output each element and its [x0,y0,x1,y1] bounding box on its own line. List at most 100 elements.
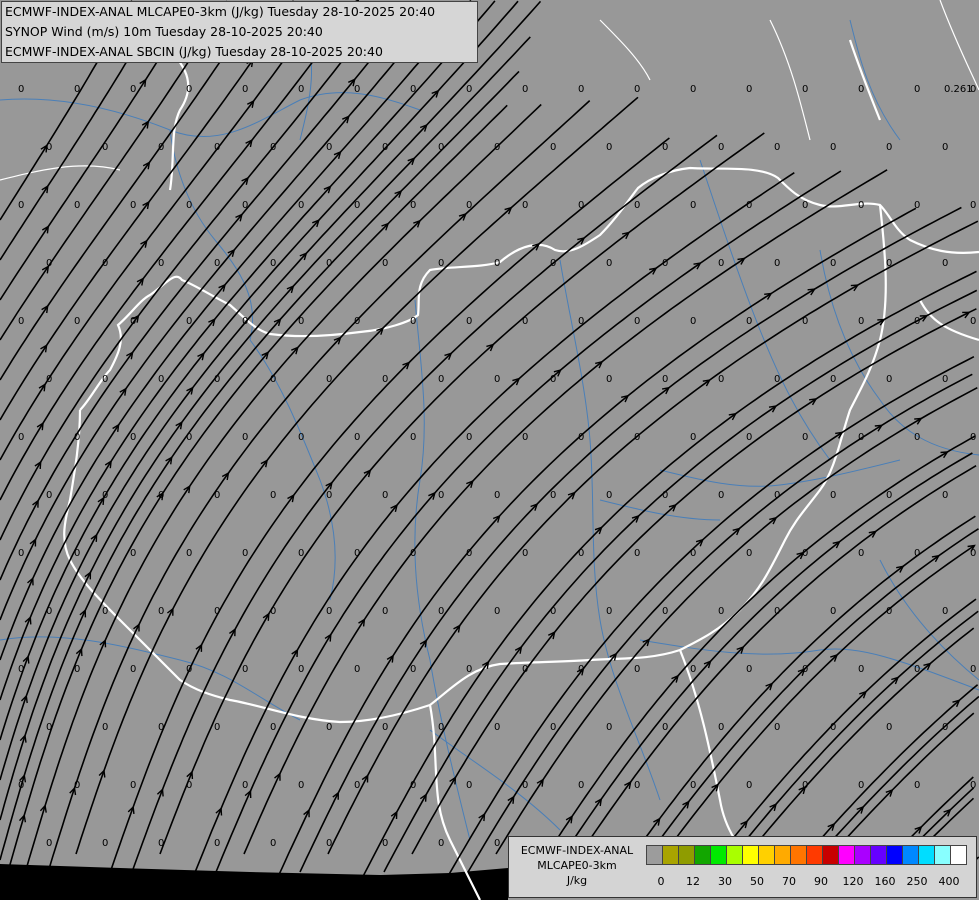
grid-value-label: 0 [522,432,528,443]
grid-value-label: 0 [802,316,808,327]
grid-value-label: 0 [914,548,920,559]
legend-unit: J/kg [566,874,588,887]
legend-swatch [870,845,887,865]
grid-value-label: 0 [46,722,52,733]
grid-value-label: 0 [466,84,472,95]
legend-swatch [662,845,679,865]
legend-swatch [710,845,727,865]
grid-value-label: 0 [438,258,444,269]
grid-value-label: 0 [830,374,836,385]
legend-tick-label: 50 [750,875,764,888]
grid-value-label: 0 [102,374,108,385]
grid-value-label: 0 [662,142,668,153]
grid-value-label: 0 [550,374,556,385]
grid-value-label: 0 [18,780,24,791]
grid-value-label: 0 [858,316,864,327]
grid-value-label: 0 [242,432,248,443]
grid-value-label: 0 [214,490,220,501]
legend-swatch [854,845,871,865]
grid-value-label: 0 [858,84,864,95]
grid-value-label: 0 [970,432,976,443]
grid-value-label: 0 [382,722,388,733]
grid-value-label: 0 [522,316,528,327]
grid-value-label: 0 [354,780,360,791]
grid-value-label: 0 [858,664,864,675]
grid-value-label: 0 [970,200,976,211]
grid-value-label: 0 [970,548,976,559]
grid-value-label: 0 [410,316,416,327]
grid-value-label: 0 [214,606,220,617]
legend-swatch [902,845,919,865]
grid-value-label: 0 [914,432,920,443]
grid-value-label: 0 [634,780,640,791]
grid-value-label: 0 [494,722,500,733]
grid-value-label: 0 [382,490,388,501]
grid-value-label: 0 [662,258,668,269]
grid-value-label: 0 [438,722,444,733]
grid-value-label: 0 [270,258,276,269]
grid-value-label: 0 [438,490,444,501]
legend-tick-label: 250 [906,875,928,888]
grid-value-label: 0 [74,664,80,675]
grid-value-label: 0 [18,316,24,327]
grid-value-label: 0 [578,548,584,559]
grid-value-label: 0 [186,316,192,327]
grid-value-label: 0 [354,664,360,675]
grid-value-label: 0 [494,490,500,501]
grid-value-label: 0 [18,432,24,443]
grid-value-label: 0 [802,84,808,95]
grid-value-label: 0 [690,432,696,443]
grid-value-label: 0 [858,780,864,791]
grid-value-label: 0 [74,316,80,327]
legend-swatch [726,845,743,865]
grid-value-label: 0 [802,780,808,791]
grid-value-label: 0 [354,548,360,559]
legend-swatch [934,845,951,865]
legend-parameter: MLCAPE0-3km [537,859,617,872]
grid-value-label: 0 [578,780,584,791]
grid-value-label: 0 [690,316,696,327]
special-value-label: 0.261 [944,84,973,95]
grid-value-label: 0 [774,490,780,501]
legend-tick-label: 160 [874,875,896,888]
grid-value-label: 0 [382,142,388,153]
grid-value-label: 0 [578,316,584,327]
grid-value-label: 0 [158,490,164,501]
grid-value-label: 0 [550,606,556,617]
grid-value-label: 0 [774,722,780,733]
grid-value-label: 0 [242,548,248,559]
grid-value-label: 0 [130,664,136,675]
title-line-wind: SYNOP Wind (m/s) 10m Tuesday 28-10-2025 … [5,24,323,39]
grid-value-label: 0 [46,374,52,385]
grid-value-label: 0 [634,548,640,559]
grid-value-label: 0 [326,374,332,385]
grid-value-label: 0 [102,490,108,501]
grid-value-label: 0 [74,84,80,95]
grid-value-label: 0 [886,142,892,153]
grid-value-label: 0 [942,606,948,617]
grid-value-label: 0 [186,780,192,791]
grid-value-label: 0 [466,548,472,559]
grid-value-label: 0 [606,490,612,501]
grid-value-label: 0 [858,432,864,443]
legend-swatch [774,845,791,865]
grid-value-label: 0 [942,374,948,385]
grid-value-label: 0 [550,722,556,733]
grid-value-label: 0 [214,722,220,733]
legend-swatch [742,845,759,865]
grid-value-label: 0 [578,200,584,211]
grid-value-label: 0 [746,548,752,559]
grid-value-label: 0 [130,432,136,443]
grid-value-label: 0 [942,490,948,501]
grid-value-label: 0 [46,258,52,269]
grid-value-label: 0 [326,258,332,269]
grid-value-label: 0 [354,432,360,443]
grid-value-label: 0 [382,606,388,617]
grid-value-label: 0 [74,780,80,791]
legend-swatch [694,845,711,865]
grid-value-label: 0 [578,432,584,443]
grid-value-label: 0 [242,84,248,95]
grid-value-label: 0 [466,316,472,327]
grid-value-label: 0 [606,722,612,733]
grid-value-label: 0 [158,722,164,733]
